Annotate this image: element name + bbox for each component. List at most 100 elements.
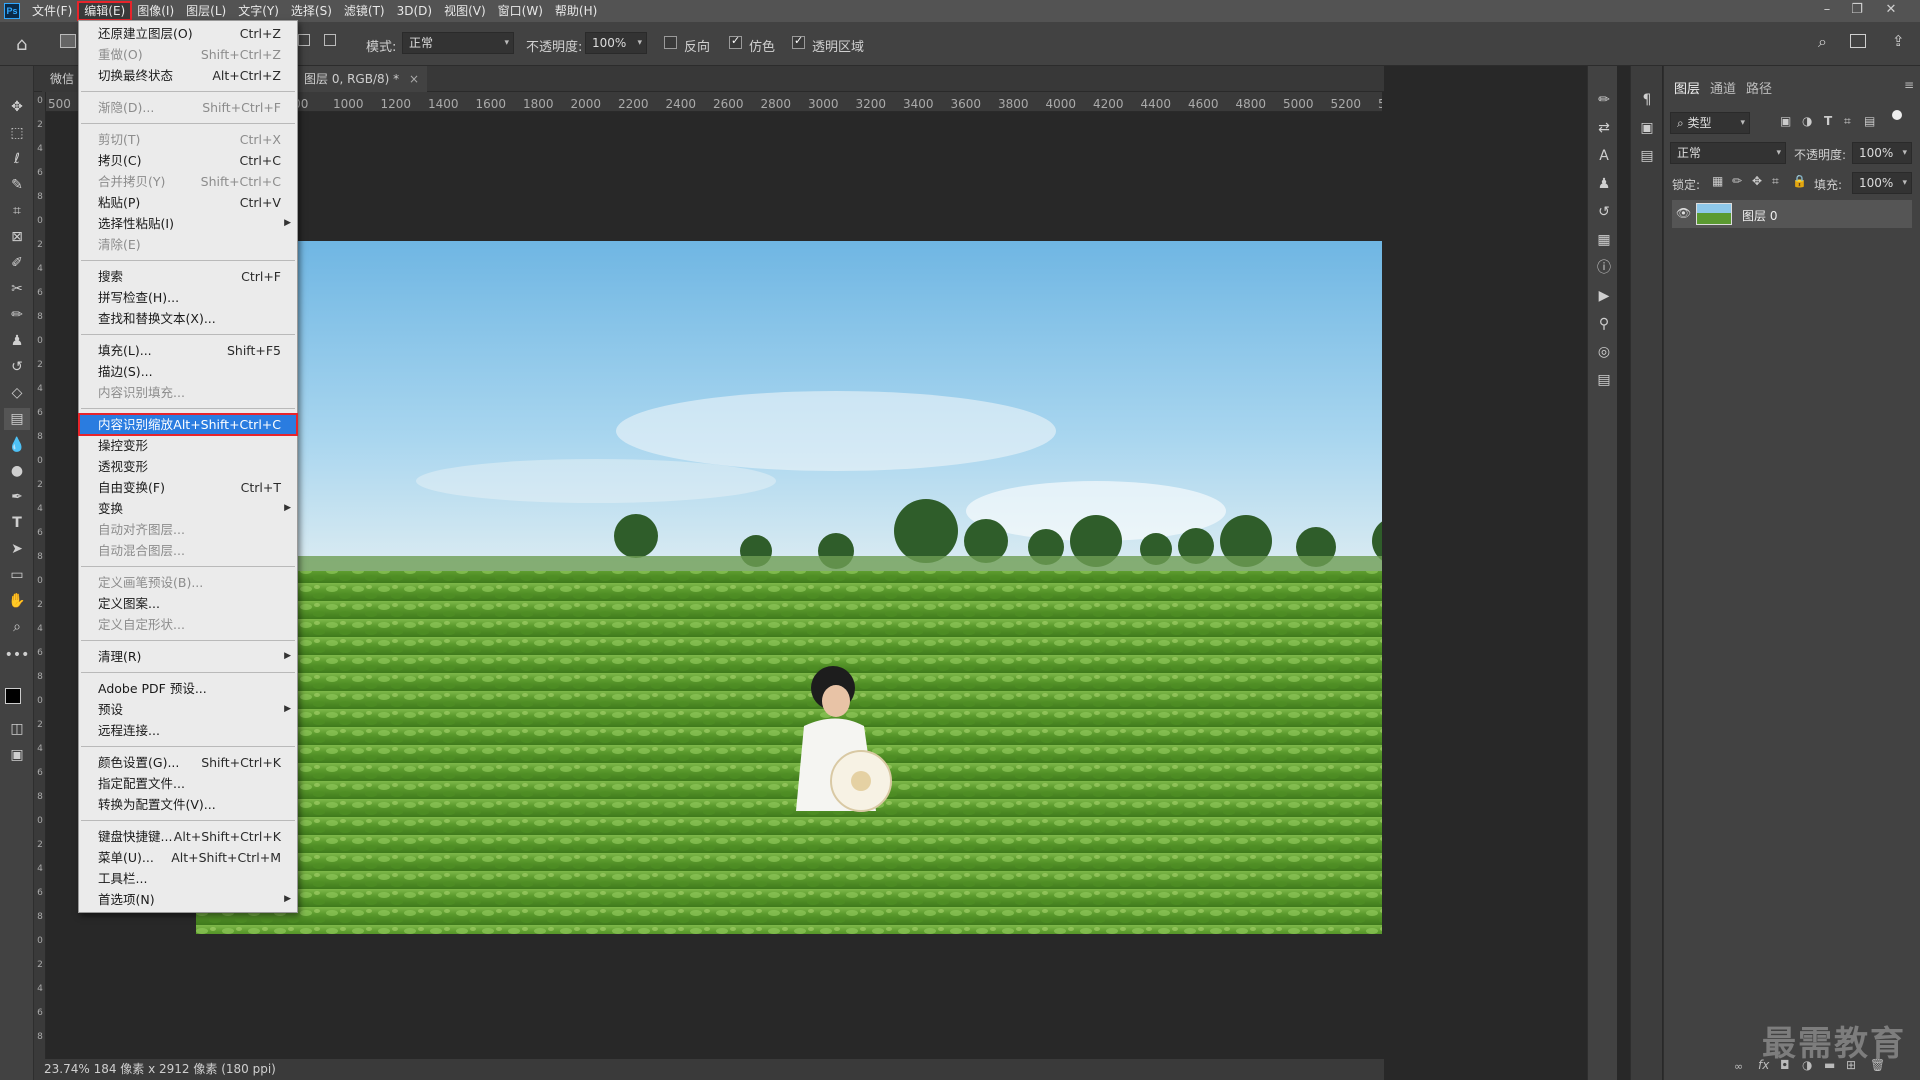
rectangle-tool-icon[interactable]: ▭ bbox=[4, 564, 30, 586]
document-tab-active[interactable]: 图层 0, RGB/8) * × bbox=[296, 66, 428, 92]
edit-menu-item[interactable]: 转换为配置文件(V)... bbox=[79, 794, 297, 815]
gradient-style-icon[interactable] bbox=[324, 34, 336, 46]
share-icon[interactable]: ⇪ bbox=[1892, 32, 1905, 50]
edit-menu-item[interactable]: 自由变换(F) Ctrl+T bbox=[79, 477, 297, 498]
more-tools-icon[interactable]: ••• bbox=[4, 644, 30, 666]
edit-menu-item[interactable]: 操控变形 bbox=[79, 435, 297, 456]
tab-paths[interactable]: 路径 bbox=[1746, 78, 1772, 97]
edit-menu-item[interactable]: 远程连接... bbox=[79, 720, 297, 741]
marquee-tool-icon[interactable]: ⬚ bbox=[4, 122, 30, 144]
libraries-icon[interactable]: ▦ bbox=[1593, 230, 1615, 250]
move-tool-icon[interactable]: ✥ bbox=[4, 96, 30, 118]
menu-window[interactable]: 窗口(W) bbox=[492, 2, 549, 20]
lasso-tool-icon[interactable]: ℓ bbox=[4, 148, 30, 170]
screen-mode-icon[interactable]: ▣ bbox=[4, 744, 30, 766]
search-icon[interactable]: ⌕ bbox=[1818, 32, 1827, 52]
layer-row[interactable]: 👁 图层 0 bbox=[1672, 200, 1912, 228]
tab-layers[interactable]: 图层 bbox=[1674, 78, 1700, 97]
pen-tool-icon[interactable]: ✒ bbox=[4, 486, 30, 508]
foreground-color-swatch[interactable] bbox=[5, 688, 21, 704]
lock-position-icon[interactable]: ✥ bbox=[1752, 174, 1762, 188]
timeline-icon[interactable]: ▤ bbox=[1593, 370, 1615, 390]
type-tool-icon[interactable]: T bbox=[4, 512, 30, 534]
layer-filter-select[interactable]: ⌕ 类型 ▾ bbox=[1670, 112, 1750, 134]
eraser-tool-icon[interactable]: ◇ bbox=[4, 382, 30, 404]
history-brush-icon[interactable]: ↺ bbox=[4, 356, 30, 378]
edit-menu-item[interactable]: 键盘快捷键... Alt+Shift+Ctrl+K bbox=[79, 826, 297, 847]
edit-menu-item[interactable]: 工具栏... bbox=[79, 868, 297, 889]
layer-name[interactable]: 图层 0 bbox=[1742, 207, 1777, 224]
stamp-tool-icon[interactable]: ♟ bbox=[4, 330, 30, 352]
edit-menu-item[interactable]: 变换 ▶ bbox=[79, 498, 297, 519]
frame-tool-icon[interactable]: ⊠ bbox=[4, 226, 30, 248]
path-select-icon[interactable]: ➤ bbox=[4, 538, 30, 560]
edit-menu-item[interactable]: 拼写检查(H)... bbox=[79, 287, 297, 308]
lock-all-icon[interactable]: 🔒 bbox=[1792, 174, 1807, 188]
actions-play-icon[interactable]: ▶ bbox=[1593, 286, 1615, 306]
lock-artboard-icon[interactable]: ⌗ bbox=[1772, 174, 1779, 189]
filter-smart-icon[interactable]: ▤ bbox=[1864, 114, 1875, 128]
menu-filter[interactable]: 滤镜(T) bbox=[338, 2, 391, 20]
filter-type-icon[interactable]: T bbox=[1824, 114, 1832, 128]
fill-input[interactable]: 100% ▾ bbox=[1852, 172, 1912, 194]
edit-menu-item[interactable]: 还原建立图层(O) Ctrl+Z bbox=[79, 23, 297, 44]
brush-settings-icon[interactable]: ✏ bbox=[1593, 90, 1615, 110]
edit-menu-item[interactable]: 描边(S)... bbox=[79, 361, 297, 382]
adjustments-icon[interactable]: ⇄ bbox=[1593, 118, 1615, 138]
transparency-checkbox[interactable] bbox=[792, 34, 805, 49]
edit-menu-item[interactable]: 切换最终状态 Alt+Ctrl+Z bbox=[79, 65, 297, 86]
document-tab-partial[interactable]: 微信 bbox=[42, 66, 83, 92]
gradient-tool-icon[interactable]: ▤ bbox=[4, 408, 30, 430]
reverse-checkbox[interactable] bbox=[664, 36, 677, 49]
restore-icon[interactable]: ❐ bbox=[1842, 0, 1872, 20]
healing-tool-icon[interactable]: ✂ bbox=[4, 278, 30, 300]
menu-edit[interactable]: 编辑(E) bbox=[77, 1, 133, 21]
edit-menu-item[interactable]: 预设 ▶ bbox=[79, 699, 297, 720]
tab-channels[interactable]: 通道 bbox=[1710, 78, 1736, 97]
notes-icon[interactable]: ▤ bbox=[1636, 146, 1658, 166]
edit-menu-item[interactable]: 粘贴(P) Ctrl+V bbox=[79, 192, 297, 213]
info-icon[interactable]: ⓘ bbox=[1593, 258, 1615, 278]
link-layers-icon[interactable]: ∞ bbox=[1734, 1060, 1743, 1073]
menu-view[interactable]: 视图(V) bbox=[438, 2, 492, 20]
blur-tool-icon[interactable]: 💧 bbox=[4, 434, 30, 456]
character-icon[interactable]: A bbox=[1593, 146, 1615, 166]
edit-menu-item[interactable]: 首选项(N) ▶ bbox=[79, 889, 297, 910]
edit-menu-item[interactable]: 搜索 Ctrl+F bbox=[79, 266, 297, 287]
filter-adjust-icon[interactable]: ◑ bbox=[1802, 114, 1812, 128]
menu-select[interactable]: 选择(S) bbox=[285, 2, 338, 20]
filter-pixel-icon[interactable]: ▣ bbox=[1780, 114, 1791, 128]
edit-menu-item[interactable]: 选择性粘贴(I) ▶ bbox=[79, 213, 297, 234]
clone-source-icon[interactable]: ♟ bbox=[1593, 174, 1615, 194]
menu-3d[interactable]: 3D(D) bbox=[391, 2, 438, 20]
paths-icon[interactable]: ⚲ bbox=[1593, 314, 1615, 334]
minimize-icon[interactable]: – bbox=[1812, 0, 1842, 20]
edit-menu-item[interactable]: 填充(L)... Shift+F5 bbox=[79, 340, 297, 361]
3d-icon[interactable]: ◎ bbox=[1593, 342, 1615, 362]
opacity-input[interactable]: 100% ▾ bbox=[585, 32, 647, 54]
lock-pixels-icon[interactable]: ✏ bbox=[1732, 174, 1742, 188]
filter-shape-icon[interactable]: ⌗ bbox=[1844, 114, 1851, 129]
crop-tool-icon[interactable]: ⌗ bbox=[4, 200, 30, 222]
brush-tool-icon[interactable]: ✏ bbox=[4, 304, 30, 326]
edit-menu-item[interactable]: 菜单(U)... Alt+Shift+Ctrl+M bbox=[79, 847, 297, 868]
edit-menu-item[interactable]: 定义图案... bbox=[79, 593, 297, 614]
paragraph-icon[interactable]: ¶ bbox=[1636, 90, 1658, 110]
menu-help[interactable]: 帮助(H) bbox=[549, 2, 603, 20]
quick-select-tool-icon[interactable]: ✎ bbox=[4, 174, 30, 196]
edit-menu-item[interactable]: 查找和替换文本(X)... bbox=[79, 308, 297, 329]
dodge-tool-icon[interactable]: ● bbox=[4, 460, 30, 482]
quick-mask-icon[interactable]: ◫ bbox=[4, 718, 30, 740]
blend-mode-select[interactable]: 正常 ▾ bbox=[1670, 142, 1786, 164]
dither-checkbox[interactable] bbox=[729, 34, 742, 49]
menu-image[interactable]: 图像(I) bbox=[131, 2, 180, 20]
edit-menu-item[interactable]: 内容识别缩放 Alt+Shift+Ctrl+C bbox=[78, 413, 298, 436]
history-icon[interactable]: ↺ bbox=[1593, 202, 1615, 222]
edit-menu-item[interactable]: 拷贝(C) Ctrl+C bbox=[79, 150, 297, 171]
menu-type[interactable]: 文字(Y) bbox=[232, 2, 285, 20]
workspace-icon[interactable] bbox=[1850, 34, 1866, 48]
eye-visibility-icon[interactable]: 👁 bbox=[1676, 206, 1691, 220]
gradient-swatch-icon[interactable] bbox=[60, 34, 76, 48]
lock-transparent-icon[interactable]: ▦ bbox=[1712, 174, 1723, 188]
edit-menu-item[interactable]: 指定配置文件... bbox=[79, 773, 297, 794]
